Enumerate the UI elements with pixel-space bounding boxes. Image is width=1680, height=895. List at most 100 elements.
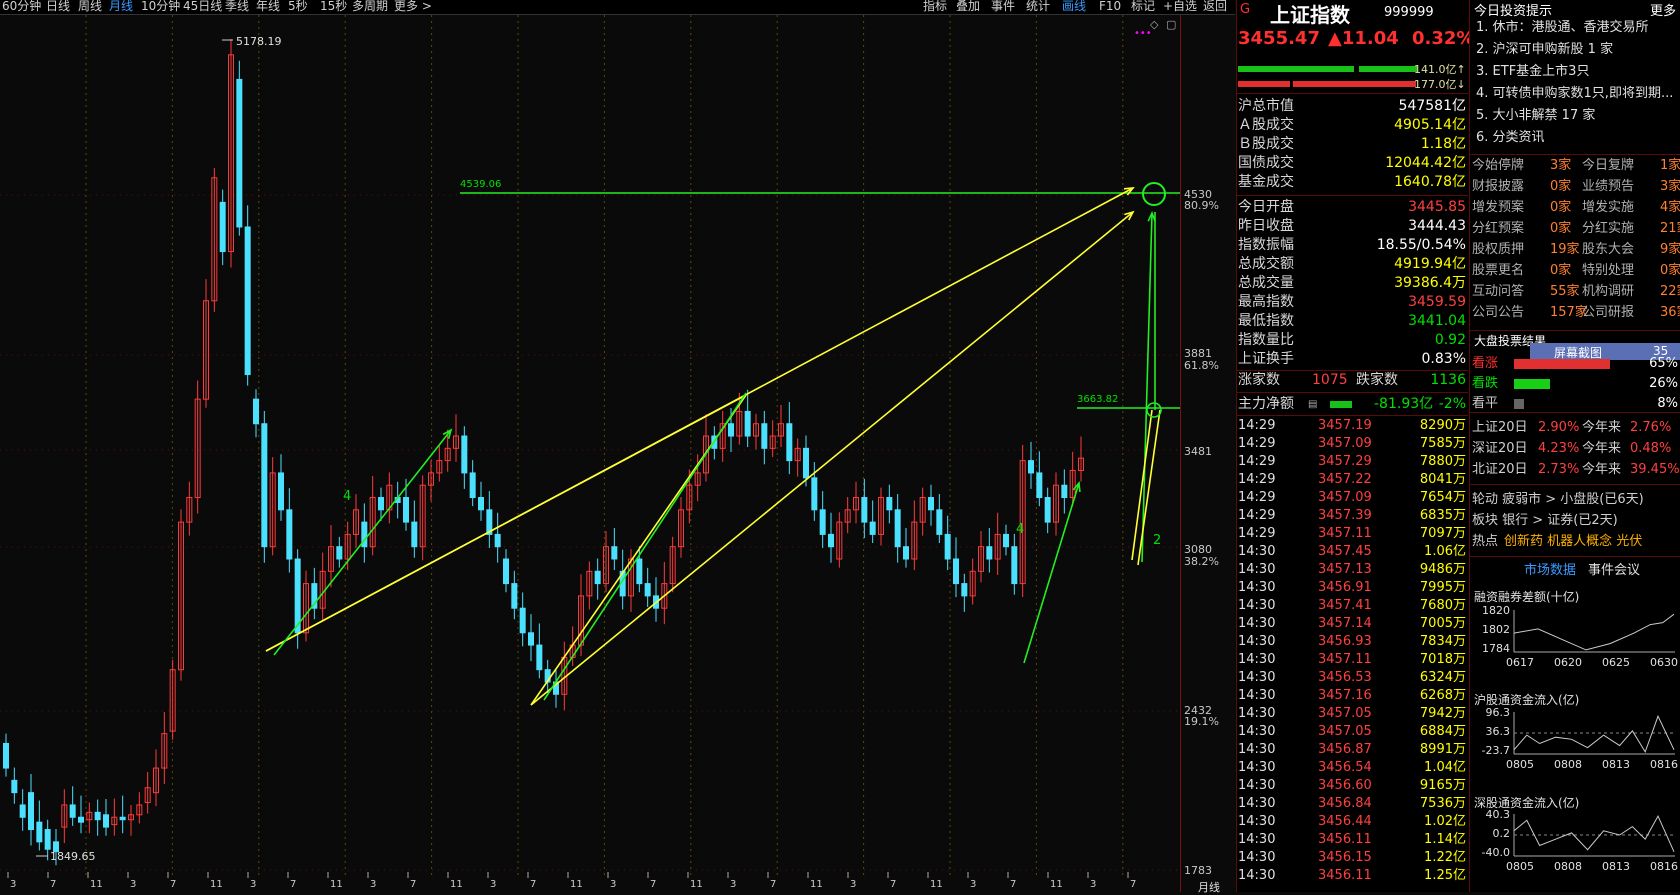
- overlay-button[interactable]: 叠加: [956, 0, 980, 13]
- tip-item[interactable]: 5. 大小非解禁 17 家: [1476, 106, 1595, 126]
- wave-label-4: 4: [1016, 522, 1025, 537]
- tip-item[interactable]: 4. 可转债申购家数1只,即将到期...: [1476, 84, 1673, 104]
- back-button[interactable]: 返回: [1203, 0, 1227, 13]
- stat-label: 公司公告: [1472, 305, 1525, 320]
- period-daily[interactable]: 日线: [46, 0, 70, 13]
- y-pct: 19.1%: [1184, 715, 1219, 728]
- tip-item[interactable]: 6. 分类资讯: [1476, 128, 1545, 148]
- tab-market-data[interactable]: 市场数据: [1524, 559, 1576, 578]
- tip-item[interactable]: 3. ETF基金上市3只: [1476, 62, 1589, 82]
- tick-volume: 7005万: [1419, 616, 1466, 631]
- stat-row[interactable]: 财报披露 0家 业绩预告 3家: [1472, 177, 1680, 197]
- mini-x-tick: 0630: [1650, 656, 1678, 669]
- ytd-label: 今年来: [1582, 462, 1622, 477]
- inflow-bar: [1359, 66, 1417, 72]
- x-tick: 7: [170, 879, 177, 890]
- candle-body: [869, 521, 876, 535]
- stat-row[interactable]: 互动问答 55家 机构调研 22家: [1472, 282, 1680, 302]
- period-10min[interactable]: 10分钟: [141, 0, 180, 13]
- period-45day[interactable]: 45日线: [183, 0, 222, 13]
- stat-value: 55家: [1550, 284, 1580, 299]
- more-link[interactable]: 更多: [1650, 0, 1676, 19]
- x-tick: 3: [490, 879, 497, 890]
- ytd-label: 今年来: [1582, 420, 1622, 435]
- quote-row-value: 3444.43: [1408, 218, 1466, 234]
- tick-time: 14:30: [1238, 562, 1276, 577]
- tick-volume: 8991万: [1419, 742, 1466, 757]
- candle-body: [219, 201, 226, 253]
- mark-button[interactable]: 标记: [1131, 0, 1155, 13]
- quote-row-label: 最低指数: [1238, 313, 1294, 329]
- x-tick: 3: [1090, 879, 1097, 890]
- drawing-button[interactable]: 画线: [1062, 0, 1086, 13]
- vote-label: 看涨: [1472, 356, 1499, 371]
- stat-row[interactable]: 今始停牌 3家 今日复牌 1家: [1472, 156, 1680, 176]
- stat-row[interactable]: 增发预案 0家 增发实施 4家: [1472, 198, 1680, 218]
- hot-items[interactable]: 创新药 机器人概念 光伏: [1504, 532, 1642, 552]
- more-periods-button[interactable]: 更多 >: [394, 0, 432, 13]
- candle-body: [828, 533, 834, 548]
- window-icon[interactable]: ▢: [1166, 18, 1176, 31]
- x-tick: 7: [290, 879, 297, 890]
- stats-button[interactable]: 统计: [1026, 0, 1050, 13]
- period-15sec[interactable]: 15秒: [320, 0, 347, 13]
- stat-label: 机构调研: [1582, 284, 1635, 299]
- tick-price: 3457.41: [1318, 598, 1372, 613]
- tick-time: 14:30: [1238, 670, 1276, 685]
- stat-row[interactable]: 股票更名 0家 特别处理 0家: [1472, 261, 1680, 281]
- stat-label: 财报披露: [1472, 179, 1525, 194]
- tick-volume: 6884万: [1419, 724, 1466, 739]
- stat-row[interactable]: 分红预案 0家 分红实施 21家: [1472, 219, 1680, 239]
- stat-row[interactable]: 股权质押 19家 股东大会 9家: [1472, 240, 1680, 260]
- period-toolbar: 60分钟 日线 周线 月线 10分钟 45日线 季线 年线 5秒 15秒 多周期…: [0, 0, 1235, 15]
- quote-row-label: 总成交额: [1238, 256, 1294, 272]
- outflow-value: 177.0亿↓: [1414, 78, 1466, 91]
- quote-row: 指数振幅 18.55/0.54%: [1238, 236, 1466, 255]
- period-weekly[interactable]: 周线: [78, 0, 102, 13]
- event-button[interactable]: 事件: [991, 0, 1015, 13]
- tick-volume: 1.06亿: [1424, 544, 1466, 559]
- quote-row-value: 18.55/0.54%: [1376, 237, 1466, 253]
- stat-label: 分红实施: [1582, 221, 1635, 236]
- stat-row[interactable]: 公司公告 157家 公司研报 36家: [1472, 303, 1680, 323]
- indicator-button[interactable]: 指标: [923, 0, 947, 13]
- mini-x-tick: 0808: [1554, 860, 1582, 873]
- stat-label: 分红预案: [1472, 221, 1525, 236]
- y-tick: 3080: [1184, 543, 1212, 556]
- index20-value: 2.73%: [1538, 462, 1580, 477]
- add-watchlist-button[interactable]: +自选: [1163, 0, 1197, 13]
- candle-body: [236, 78, 243, 228]
- target-circle: [1146, 402, 1162, 418]
- tick-time: 14:30: [1238, 688, 1276, 703]
- tick-time: 14:30: [1238, 634, 1276, 649]
- mini-series-line: [1513, 714, 1675, 754]
- tip-item[interactable]: 1. 休市：港股通、香港交易所: [1476, 18, 1649, 38]
- period-monthly[interactable]: 月线: [109, 0, 133, 13]
- outflow-bar: [1238, 81, 1290, 87]
- quote-row-label: 指数量比: [1238, 332, 1294, 348]
- tab-events[interactable]: 事件会议: [1588, 559, 1640, 578]
- tick-price: 3456.93: [1318, 634, 1372, 649]
- candle-body: [903, 546, 909, 560]
- mini-y-tick: -23.7: [1481, 744, 1510, 757]
- diamond-icon[interactable]: ◇: [1150, 18, 1158, 31]
- quote-row: 今日开盘 3445.85: [1238, 198, 1466, 217]
- tip-item[interactable]: 2. 沪深可申购新股 1 家: [1476, 40, 1613, 60]
- period-5sec[interactable]: 5秒: [288, 0, 308, 13]
- x-tick: 11: [690, 879, 703, 890]
- period-quarterly[interactable]: 季线: [225, 0, 249, 13]
- sector-line: 板块 银行 > 证券(已2天): [1472, 513, 1618, 528]
- f10-button[interactable]: F10: [1099, 0, 1121, 13]
- stat-value: 3家: [1660, 179, 1680, 194]
- list-icon[interactable]: ▤: [1308, 395, 1317, 414]
- period-yearly[interactable]: 年线: [256, 0, 280, 13]
- period-multi[interactable]: 多周期: [352, 0, 388, 13]
- candlesticks: [3, 39, 1084, 866]
- level-top-label: 4539.06: [460, 179, 502, 190]
- candle-body: [811, 477, 818, 511]
- kline-chart[interactable]: [0, 15, 1235, 892]
- current-price: 3455.47: [1238, 28, 1320, 49]
- tick-price: 3457.45: [1318, 544, 1372, 559]
- period-60min[interactable]: 60分钟: [2, 0, 41, 13]
- tick-row: 14:29 3457.29 7880万: [1238, 453, 1466, 471]
